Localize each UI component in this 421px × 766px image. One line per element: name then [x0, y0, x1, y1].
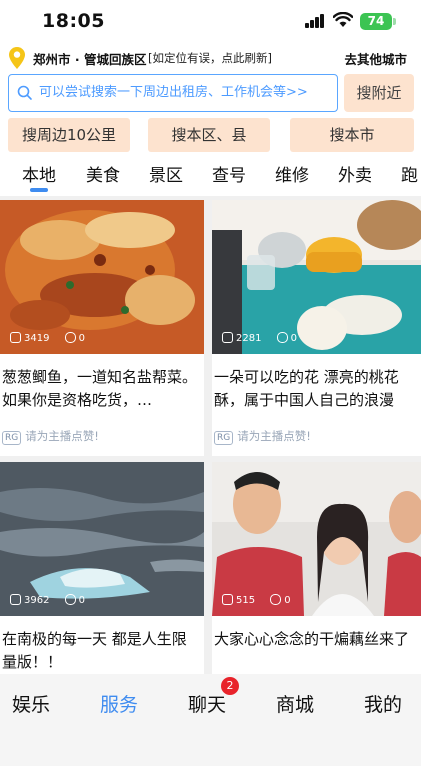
card-title[interactable]: 大家心心念念的干煸藕丝来了 — [214, 628, 417, 674]
active-tab-indicator — [30, 188, 48, 192]
search-input[interactable] — [39, 75, 335, 110]
rg-badge: RG — [214, 431, 234, 445]
like-text: 请为主播点赞! — [25, 429, 99, 443]
views-icon — [222, 594, 233, 605]
card-title[interactable]: 在南极的每一天 都是人生限量版！！ — [2, 628, 200, 674]
search-10km-button[interactable]: 搜周边10公里 — [8, 118, 130, 152]
comment-count: 0 — [284, 595, 291, 606]
comment-count: 0 — [78, 333, 86, 344]
battery-tip — [393, 18, 396, 25]
content-feed[interactable]: 3419 0 葱葱鲫鱼，一道知名盐帮菜。如果你是资格吃货，… RG 请为主播点赞! — [0, 196, 421, 674]
view-count: 3962 — [24, 595, 50, 606]
antarctic-sea-image[interactable]: 3962 0 — [0, 462, 204, 616]
chat-unread-badge: 2 — [221, 677, 239, 695]
peach-pastry-image[interactable]: 2281 0 — [212, 200, 421, 354]
comment-icon — [64, 332, 76, 343]
wifi-icon — [333, 12, 353, 27]
comment-icon — [276, 332, 288, 343]
status-time: 18:05 — [42, 10, 105, 32]
feed-card[interactable]: 2281 0 一朵可以吃的花 漂亮的桃花酥，属于中国人自己的浪漫 RG 请为主播点… — [212, 200, 421, 456]
nav-mall[interactable]: 商城 — [276, 690, 314, 717]
views-icon — [222, 332, 233, 343]
card-stats: 2281 0 — [222, 332, 297, 346]
bottom-nav: 娱乐 服务 聊天 2 商城 我的 — [0, 674, 421, 766]
feed-card[interactable]: 3962 0 在南极的每一天 都是人生限量版！！ — [0, 462, 204, 674]
comment-icon — [270, 594, 282, 605]
feed-card[interactable]: 515 0 大家心心念念的干煸藕丝来了 — [212, 462, 421, 674]
like-prompt[interactable]: RG 请为主播点赞! — [214, 428, 311, 445]
current-city[interactable]: 郑州市 · 管城回族区 — [33, 49, 146, 68]
category-tabs: 本地 美食 景区 查号 维修 外卖 跑 — [0, 156, 421, 194]
feed-card[interactable]: 3419 0 葱葱鲫鱼，一道知名盐帮菜。如果你是资格吃货，… RG 请为主播点赞! — [0, 200, 204, 456]
chefs-video-image[interactable]: 515 0 — [212, 462, 421, 616]
view-count: 2281 — [236, 333, 262, 344]
card-stats: 3962 0 — [10, 594, 85, 608]
status-bar: 18:05 74 — [0, 0, 421, 44]
tab-lookup[interactable]: 查号 — [212, 161, 246, 186]
card-stats: 3419 0 — [10, 332, 85, 346]
nav-chat[interactable]: 聊天 — [188, 690, 226, 717]
fish-dish-image[interactable]: 3419 0 — [0, 200, 204, 354]
tab-food[interactable]: 美食 — [86, 161, 120, 186]
card-title[interactable]: 一朵可以吃的花 漂亮的桃花酥，属于中国人自己的浪漫 — [214, 366, 417, 412]
search-box[interactable] — [8, 74, 338, 112]
signal-icon — [305, 14, 327, 28]
search-district-button[interactable]: 搜本区、县 — [148, 118, 270, 152]
rg-badge: RG — [2, 431, 22, 445]
like-text: 请为主播点赞! — [237, 429, 311, 443]
views-icon — [10, 594, 21, 605]
comment-count: 0 — [290, 333, 298, 344]
nav-services[interactable]: 服务 — [100, 690, 138, 717]
view-count: 515 — [236, 595, 256, 606]
refresh-location-link[interactable]: [如定位有误，点此刷新] — [148, 50, 272, 66]
tab-scenic[interactable]: 景区 — [149, 161, 183, 186]
location-pin-icon — [9, 47, 25, 69]
comment-count: 0 — [78, 595, 86, 606]
card-title[interactable]: 葱葱鲫鱼，一道知名盐帮菜。如果你是资格吃货，… — [2, 366, 200, 412]
tab-takeout[interactable]: 外卖 — [338, 161, 372, 186]
nav-me[interactable]: 我的 — [364, 690, 402, 717]
card-stats: 515 0 — [222, 594, 291, 608]
search-nearby-button[interactable]: 搜附近 — [344, 74, 414, 112]
nav-entertainment[interactable]: 娱乐 — [12, 690, 50, 717]
like-prompt[interactable]: RG 请为主播点赞! — [2, 428, 99, 445]
view-count: 3419 — [24, 333, 50, 344]
search-city-button[interactable]: 搜本市 — [290, 118, 414, 152]
search-icon — [17, 85, 32, 100]
tab-local[interactable]: 本地 — [22, 161, 56, 186]
battery-icon: 74 — [360, 13, 392, 30]
comment-icon — [64, 594, 76, 605]
other-city-link[interactable]: 去其他城市 — [344, 49, 407, 68]
tab-repair[interactable]: 维修 — [275, 161, 309, 186]
views-icon — [10, 332, 21, 343]
location-bar[interactable]: 郑州市 · 管城回族区 [如定位有误，点此刷新] 去其他城市 — [0, 44, 421, 72]
tab-errand[interactable]: 跑 — [401, 161, 418, 186]
